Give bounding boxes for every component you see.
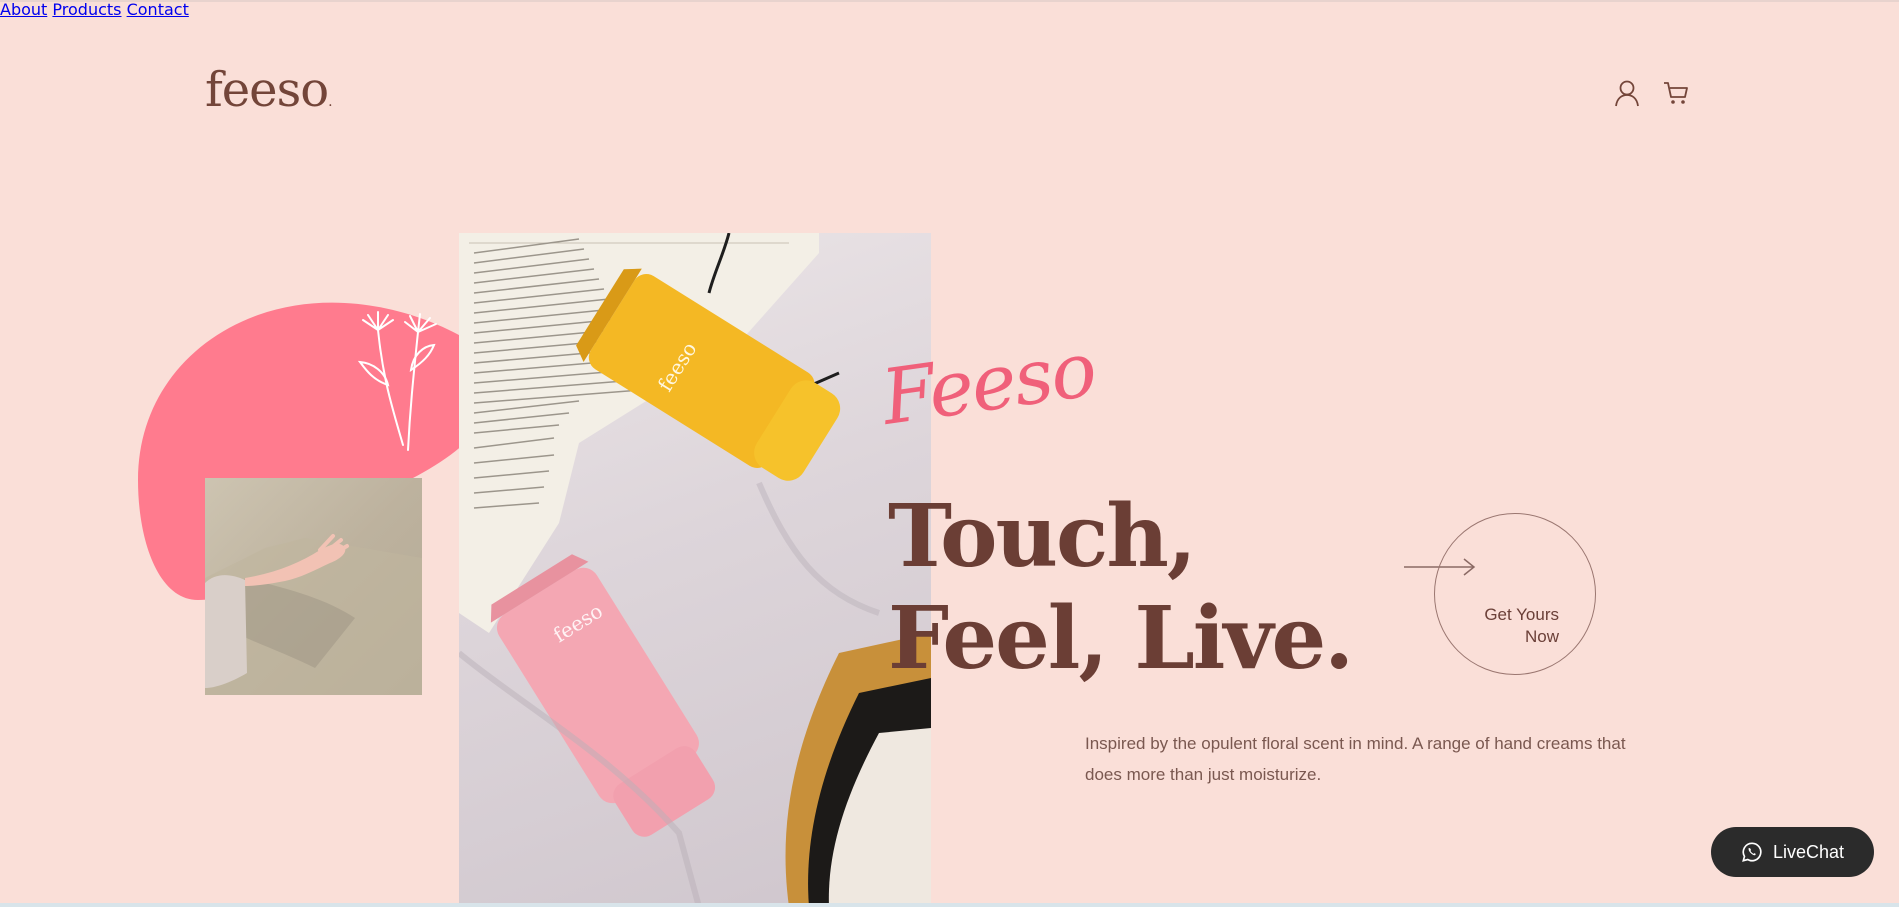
hero-headline: Touch, Feel, Live. bbox=[888, 486, 1354, 690]
hero-description: Inspired by the opulent floral scent in … bbox=[1085, 734, 1626, 784]
nav-contact[interactable]: Contact bbox=[127, 0, 189, 19]
logo-text: feeso bbox=[205, 62, 329, 118]
product-flatlay-illustration: feeso feeso bbox=[459, 233, 931, 907]
nav-about[interactable]: About bbox=[0, 0, 47, 19]
cart-icon[interactable] bbox=[1661, 78, 1691, 108]
cta-label-line-1: Get Yours bbox=[1484, 605, 1559, 624]
livechat-label: LiveChat bbox=[1772, 841, 1845, 862]
product-flatlay-photo: feeso feeso bbox=[459, 233, 931, 907]
user-icon-svg bbox=[1615, 80, 1639, 107]
cart-icon-svg bbox=[1664, 82, 1688, 104]
cta-label-line-2: Now bbox=[1524, 627, 1559, 646]
livechat-button[interactable]: LiveChat bbox=[1711, 827, 1874, 877]
whatsapp-icon bbox=[1742, 842, 1762, 862]
bottom-border bbox=[0, 903, 1899, 907]
hand-sand-photo bbox=[205, 478, 422, 695]
top-border bbox=[0, 0, 1899, 2]
logo-dot: . bbox=[328, 94, 333, 110]
cta-label: Get Yours Now bbox=[1439, 604, 1559, 648]
main-nav: About Products Contact bbox=[0, 0, 1899, 19]
brand-logo[interactable]: feeso. bbox=[205, 66, 333, 114]
headline-line-2: Feel, Live. bbox=[888, 588, 1354, 689]
hand-sand-illustration bbox=[205, 534, 422, 695]
get-yours-now-button[interactable]: Get Yours Now bbox=[1434, 513, 1596, 675]
headline-line-1: Touch, bbox=[888, 486, 1197, 587]
user-icon[interactable] bbox=[1612, 78, 1642, 108]
nav-products[interactable]: Products bbox=[52, 0, 121, 19]
